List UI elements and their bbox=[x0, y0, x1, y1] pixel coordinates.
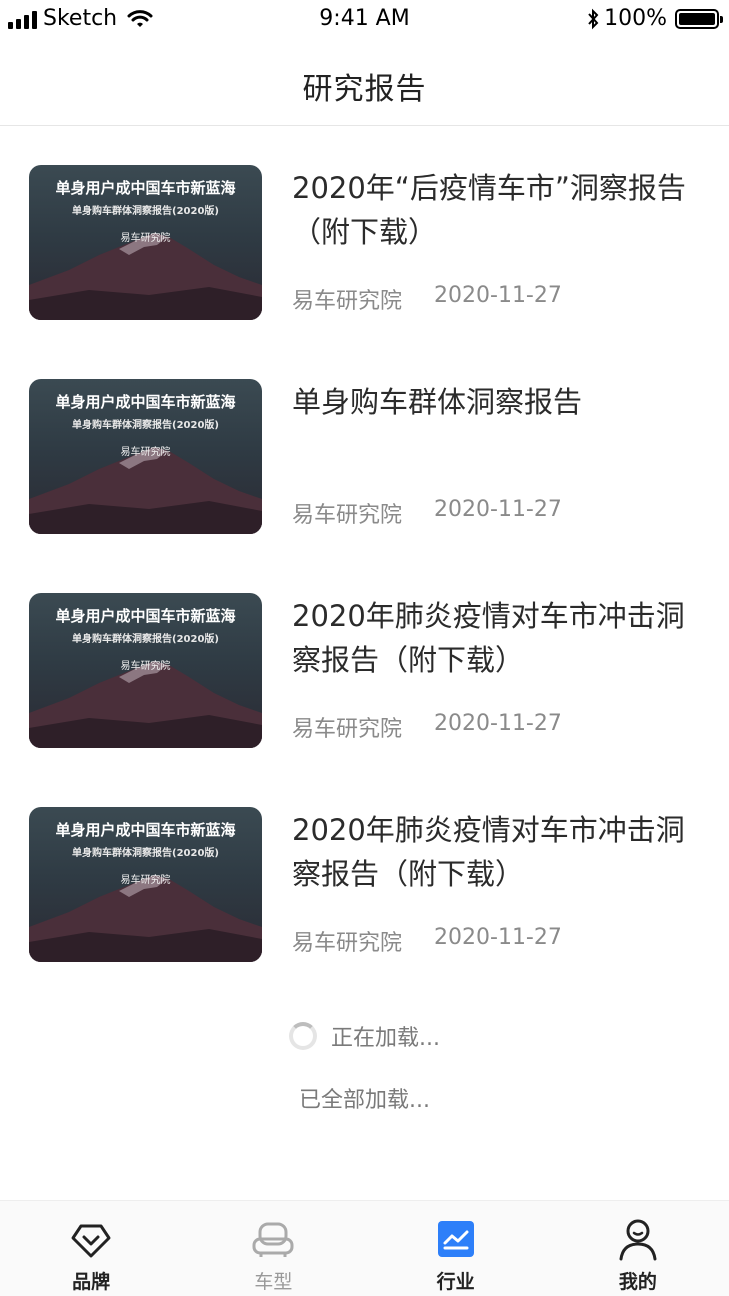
car-seat-icon bbox=[252, 1222, 294, 1257]
battery-percent: 100% bbox=[604, 6, 667, 31]
report-thumbnail[interactable]: 单身用户成中国车市新蓝海 单身购车群体洞察报告(2020版) 易车研究院 bbox=[29, 165, 262, 320]
report-date: 2020-11-27 bbox=[434, 283, 562, 308]
report-item[interactable]: 单身用户成中国车市新蓝海 单身购车群体洞察报告(2020版) 易车研究院 单身购… bbox=[0, 340, 729, 554]
report-meta: 易车研究院 2020-11-27 bbox=[292, 711, 562, 743]
report-item[interactable]: 单身用户成中国车市新蓝海 单身购车群体洞察报告(2020版) 易车研究院 202… bbox=[0, 554, 729, 768]
report-item[interactable]: 单身用户成中国车市新蓝海 单身购车群体洞察报告(2020版) 易车研究院 202… bbox=[0, 768, 729, 982]
report-item[interactable]: 单身用户成中国车市新蓝海 单身购车群体洞察报告(2020版) 易车研究院 202… bbox=[0, 126, 729, 340]
loading-indicator: 正在加载... bbox=[0, 1020, 729, 1052]
thumbnail-brand: 易车研究院 bbox=[120, 661, 171, 672]
report-meta: 易车研究院 2020-11-27 bbox=[292, 925, 562, 957]
thumbnail-subtitle: 单身购车群体洞察报告(2020版) bbox=[72, 206, 219, 217]
tab-car-model[interactable]: 车型 bbox=[182, 1201, 364, 1296]
report-meta: 易车研究院 2020-11-27 bbox=[292, 497, 562, 529]
thumbnail-brand: 易车研究院 bbox=[120, 233, 171, 244]
report-title[interactable]: 2020年肺炎疫情对车市冲击洞察报告（附下载） bbox=[292, 594, 697, 682]
report-meta: 易车研究院 2020-11-27 bbox=[292, 283, 562, 315]
status-right: 100% bbox=[586, 6, 723, 31]
tab-profile[interactable]: 我的 bbox=[547, 1201, 729, 1296]
report-title[interactable]: 2020年肺炎疫情对车市冲击洞察报告（附下载） bbox=[292, 808, 697, 896]
report-thumbnail[interactable]: 单身用户成中国车市新蓝海 单身购车群体洞察报告(2020版) 易车研究院 bbox=[29, 593, 262, 748]
tab-bar: 品牌 车型 行业 我的 bbox=[0, 1200, 729, 1296]
all-loaded-text: 已全部加载... bbox=[299, 1088, 430, 1113]
battery-icon bbox=[675, 8, 723, 29]
tab-industry[interactable]: 行业 bbox=[365, 1201, 547, 1296]
report-source: 易车研究院 bbox=[292, 717, 403, 742]
report-source: 易车研究院 bbox=[292, 503, 403, 528]
report-title[interactable]: 单身购车群体洞察报告 bbox=[292, 380, 697, 424]
report-title[interactable]: 2020年“后疫情车市”洞察报告（附下载） bbox=[292, 166, 697, 254]
report-date: 2020-11-27 bbox=[434, 497, 562, 522]
status-bar: Sketch 9:41 AM 100% bbox=[0, 0, 729, 40]
thumbnail-title: 单身用户成中国车市新蓝海 bbox=[55, 179, 236, 197]
report-thumbnail[interactable]: 单身用户成中国车市新蓝海 单身购车群体洞察报告(2020版) 易车研究院 bbox=[29, 379, 262, 534]
report-date: 2020-11-27 bbox=[434, 711, 562, 736]
page-title: 研究报告 bbox=[302, 72, 427, 107]
thumbnail-subtitle: 单身购车群体洞察报告(2020版) bbox=[72, 848, 219, 859]
tab-label: 品牌 bbox=[72, 1271, 111, 1293]
bluetooth-icon bbox=[588, 8, 599, 29]
profile-icon bbox=[619, 1219, 657, 1261]
thumbnail-subtitle: 单身购车群体洞察报告(2020版) bbox=[72, 420, 219, 431]
thumbnail-title: 单身用户成中国车市新蓝海 bbox=[55, 393, 236, 411]
report-source: 易车研究院 bbox=[292, 289, 403, 314]
tab-label: 行业 bbox=[436, 1271, 475, 1293]
tab-brand[interactable]: 品牌 bbox=[0, 1201, 182, 1296]
industry-chart-icon bbox=[437, 1221, 474, 1257]
report-source: 易车研究院 bbox=[292, 931, 403, 956]
tab-label: 车型 bbox=[254, 1271, 293, 1293]
report-list: 单身用户成中国车市新蓝海 单身购车群体洞察报告(2020版) 易车研究院 202… bbox=[0, 126, 729, 982]
tab-label: 我的 bbox=[618, 1271, 657, 1293]
navigation-bar: 研究报告 bbox=[0, 44, 729, 126]
thumbnail-title: 单身用户成中国车市新蓝海 bbox=[55, 821, 236, 839]
thumbnail-brand: 易车研究院 bbox=[120, 447, 171, 458]
report-thumbnail[interactable]: 单身用户成中国车市新蓝海 单身购车群体洞察报告(2020版) 易车研究院 bbox=[29, 807, 262, 962]
brand-diamond-icon bbox=[71, 1224, 111, 1258]
thumbnail-brand: 易车研究院 bbox=[120, 875, 171, 886]
thumbnail-subtitle: 单身购车群体洞察报告(2020版) bbox=[72, 634, 219, 645]
loading-text: 正在加载... bbox=[331, 1026, 440, 1051]
thumbnail-title: 单身用户成中国车市新蓝海 bbox=[55, 607, 236, 625]
spinner-icon bbox=[289, 1022, 317, 1050]
report-date: 2020-11-27 bbox=[434, 925, 562, 950]
